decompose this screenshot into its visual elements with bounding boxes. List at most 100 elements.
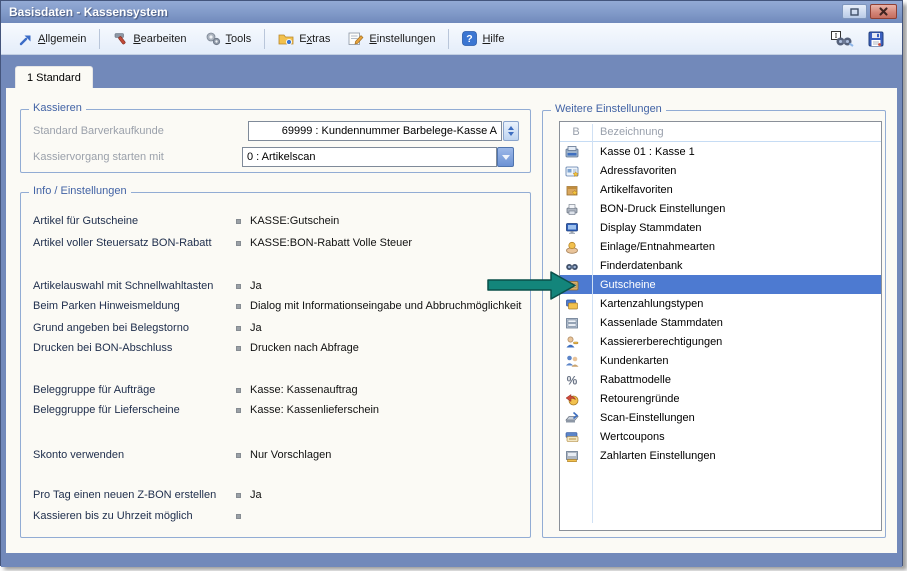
list-item-finderdatenbank[interactable]: Finderdatenbank xyxy=(560,256,881,275)
dropdown-button[interactable] xyxy=(497,147,514,167)
bullet-icon xyxy=(236,408,241,413)
list-item-kasse[interactable]: Kasse 01 : Kasse 1 xyxy=(560,142,881,161)
save-icon[interactable] xyxy=(868,31,884,47)
list-item-kassiererberechtigungen[interactable]: Kassiererberechtigungen xyxy=(560,332,881,351)
form-pencil-icon xyxy=(348,31,364,46)
maximize-button[interactable] xyxy=(842,4,867,19)
bullet-icon xyxy=(236,346,241,351)
bullet-icon xyxy=(236,493,241,498)
person-key-icon xyxy=(565,335,579,349)
chevron-down-icon xyxy=(502,155,510,160)
menu-separator xyxy=(448,29,449,49)
info-row: Beleggruppe für AufträgeKasse: Kassenauf… xyxy=(33,383,522,397)
hammer-icon xyxy=(113,31,128,46)
info-row: Grund angeben bei BelegstornoJa xyxy=(33,321,522,335)
coupon-icon xyxy=(565,430,579,444)
drawer-icon xyxy=(565,316,579,330)
menu-hilfe[interactable]: ? Hilfe xyxy=(453,27,513,50)
box-star-icon xyxy=(565,183,579,197)
list-item-display-stammdaten[interactable]: Display Stammdaten xyxy=(560,218,881,237)
group-info-title: Info / Einstellungen xyxy=(29,185,131,197)
menu-einstellungen[interactable]: Einstellungen xyxy=(339,27,444,50)
info-row: Beim Parken HinweismeldungDialog mit Inf… xyxy=(33,299,522,313)
pointer-arrow xyxy=(484,268,584,304)
bullet-icon xyxy=(236,284,241,289)
list-header[interactable]: B Bezeichnung xyxy=(560,122,881,142)
finder-icon[interactable]: I xyxy=(831,31,854,47)
list-item-rabattmodelle[interactable]: % Rabattmodelle xyxy=(560,370,881,389)
percent-icon: % xyxy=(565,373,579,387)
address-star-icon xyxy=(565,164,579,178)
pointer-arrow-icon xyxy=(484,268,584,304)
standard-barverkaufkunde-input[interactable]: 69999 : Kundennummer Barbelege-Kasse A xyxy=(248,121,502,141)
list-item-einlage-entnahmearten[interactable]: Einlage/Entnahmearten xyxy=(560,237,881,256)
bullet-icon xyxy=(236,241,241,246)
svg-text:?: ? xyxy=(467,33,473,45)
group-kassieren-title: Kassieren xyxy=(29,102,86,114)
list-item-artikelfavoriten[interactable]: Artikelfavoriten xyxy=(560,180,881,199)
menu-allgemein[interactable]: Allgemein xyxy=(9,27,95,50)
kassiervorgang-dropdown[interactable]: 0 : Artikelscan xyxy=(242,147,497,167)
spin-down-icon xyxy=(508,132,514,136)
bullet-icon xyxy=(236,453,241,458)
list-item-kassenlade-stammdaten[interactable]: Kassenlade Stammdaten xyxy=(560,313,881,332)
menu-extras[interactable]: Extras xyxy=(269,27,339,50)
spinner-buttons[interactable] xyxy=(503,121,519,141)
info-row: Beleggruppe für LieferscheineKasse: Kass… xyxy=(33,403,522,417)
tab-strip: 1 Standard xyxy=(6,55,897,88)
label-standard-barverkaufkunde: Standard Barverkaufkunde xyxy=(33,125,164,137)
register-icon xyxy=(565,449,579,463)
bullet-icon xyxy=(236,304,241,309)
list-item-adressfavoriten[interactable]: Adressfavoriten xyxy=(560,161,881,180)
group-weitere-title: Weitere Einstellungen xyxy=(551,103,666,115)
kasse-icon xyxy=(565,145,579,159)
list-item-bon-druck[interactable]: BON-Druck Einstellungen xyxy=(560,199,881,218)
info-row: Kassieren bis zu Uhrzeit möglich xyxy=(33,509,522,523)
printer-icon xyxy=(565,202,579,216)
gears-icon xyxy=(205,31,221,46)
spin-up-icon xyxy=(508,126,514,130)
group-weitere-einstellungen: Weitere Einstellungen B Bezeichnung Kass… xyxy=(542,110,886,538)
list-item-kartenzahlungstypen[interactable]: Kartenzahlungstypen xyxy=(560,294,881,313)
menu-tools[interactable]: Tools xyxy=(196,27,261,50)
maximize-icon xyxy=(850,8,859,16)
tab-standard[interactable]: 1 Standard xyxy=(15,66,93,88)
info-row: Artikelauswahl mit SchnellwahltastenJa xyxy=(33,279,522,293)
bullet-icon xyxy=(236,514,241,519)
menu-bearbeiten[interactable]: Bearbeiten xyxy=(104,27,195,50)
settings-list: B Bezeichnung Kasse 01 : Kasse 1 Adressf… xyxy=(559,121,882,531)
info-row: Artikel für GutscheineKASSE:Gutschein xyxy=(33,214,522,228)
column-divider xyxy=(592,124,593,523)
info-row: Artikel voller Steuersatz BON-RabattKASS… xyxy=(33,236,522,250)
two-persons-icon xyxy=(565,354,579,368)
bullet-icon xyxy=(236,388,241,393)
list-item-retourengruende[interactable]: Retourengründe xyxy=(560,389,881,408)
window-body: 1 Standard Kassieren Standard Barverkauf… xyxy=(1,55,902,567)
info-row: Skonto verwendenNur Vorschlagen xyxy=(33,448,522,462)
bullet-icon xyxy=(236,219,241,224)
column-header-bezeichnung: Bezeichnung xyxy=(592,126,664,138)
group-info-einstellungen: Info / Einstellungen Artikel für Gutsche… xyxy=(20,192,531,538)
list-item-zahlarten-einstellungen[interactable]: Zahlarten Einstellungen xyxy=(560,446,881,465)
window-title: Basisdaten - Kassensystem xyxy=(9,5,168,19)
display-icon xyxy=(565,221,579,235)
folder-icon xyxy=(278,31,294,46)
group-kassieren: Kassieren Standard Barverkaufkunde 69999… xyxy=(20,109,531,173)
close-button[interactable] xyxy=(870,4,897,19)
label-kassiervorgang-starten: Kassiervorgang starten mit xyxy=(33,151,164,163)
list-item-kundenkarten[interactable]: Kundenkarten xyxy=(560,351,881,370)
arrow-ne-icon xyxy=(18,31,33,46)
help-icon: ? xyxy=(462,31,477,46)
column-header-b: B xyxy=(560,126,592,138)
list-item-scan-einstellungen[interactable]: Scan-Einstellungen xyxy=(560,408,881,427)
page: Kassieren Standard Barverkaufkunde 69999… xyxy=(6,88,897,553)
info-row: Pro Tag einen neuen Z-BON erstellenJa xyxy=(33,488,522,502)
list-item-wertcoupons[interactable]: Wertcoupons xyxy=(560,427,881,446)
scanner-icon xyxy=(565,411,579,425)
bullet-icon xyxy=(236,326,241,331)
list-item-gutscheine[interactable]: Gutscheine xyxy=(560,275,881,294)
menu-separator xyxy=(264,29,265,49)
titlebar: Basisdaten - Kassensystem xyxy=(1,1,902,23)
close-icon xyxy=(878,6,889,17)
hand-coin-icon xyxy=(565,240,579,254)
